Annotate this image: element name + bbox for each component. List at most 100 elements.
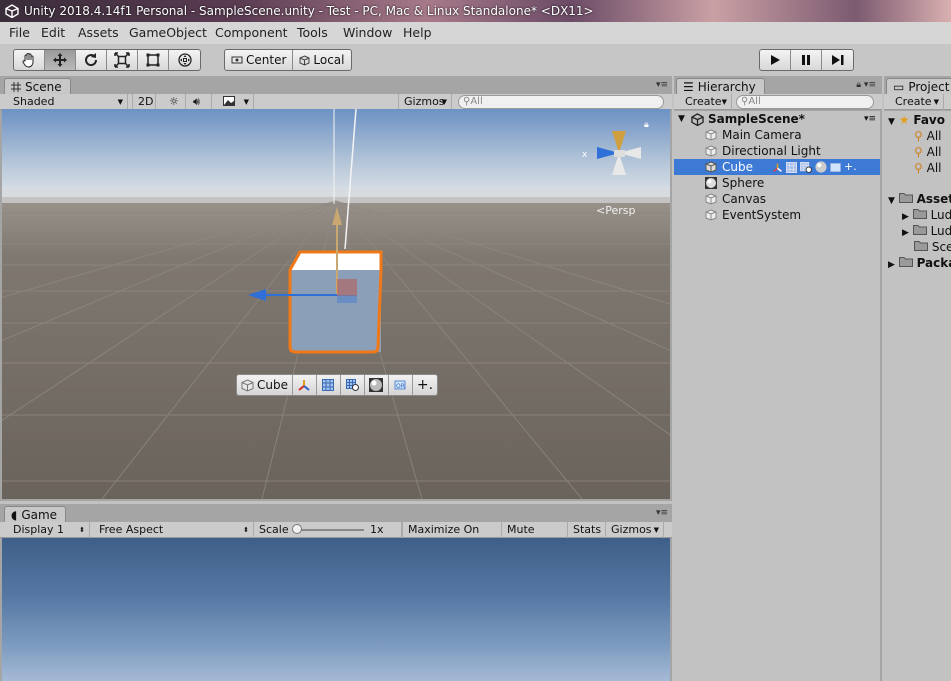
- favorite-item[interactable]: ⚲ All: [914, 144, 942, 160]
- hierarchy-item-cube[interactable]: Cube +.: [674, 159, 880, 175]
- hierarchy-item-sphere[interactable]: Sphere: [674, 175, 880, 191]
- favorites-row[interactable]: ▼ ★ Favo: [888, 112, 945, 128]
- overlay-material-button[interactable]: [365, 375, 389, 395]
- expand-arrow-icon[interactable]: ▶: [902, 212, 909, 222]
- scene-tab-menu-icon[interactable]: ▾≡: [656, 80, 668, 90]
- aspect-dropdown[interactable]: Free Aspect ⬍: [94, 522, 254, 538]
- shading-mode-dropdown[interactable]: Shaded ▼: [8, 94, 128, 110]
- game-viewport[interactable]: [2, 538, 670, 681]
- packages-row[interactable]: ▶ Packa: [888, 255, 951, 271]
- project-create-dropdown[interactable]: Create ▼: [890, 94, 944, 110]
- hierarchy-search-input[interactable]: ⚲All: [736, 95, 874, 109]
- expand-arrow-icon[interactable]: ▼: [888, 196, 895, 206]
- hierarchy-item-eventsystem[interactable]: EventSystem: [674, 207, 880, 223]
- game-toolbar: Display 1 ⬍ Free Aspect ⬍ Scale 1x Maximiz…: [0, 522, 672, 552]
- menu-window[interactable]: Window: [343, 25, 392, 40]
- hierarchy-item-label: Directional Light: [722, 144, 821, 158]
- scene-grid-icon: [11, 82, 21, 92]
- combined-transform-icon: [177, 53, 192, 67]
- scene-render: y x 🔒︎ <Persp: [2, 109, 670, 499]
- scene-viewport[interactable]: y x 🔒︎ <Persp Cube OR: [2, 109, 670, 499]
- tab-hierarchy[interactable]: ☰ Hierarchy: [676, 78, 765, 95]
- pause-button[interactable]: [791, 50, 822, 70]
- stats-toggle[interactable]: Stats: [568, 522, 606, 538]
- tab-project[interactable]: ▭ Project: [886, 78, 951, 95]
- overlay-collider-button[interactable]: OR: [389, 375, 413, 395]
- cube-object[interactable]: [288, 250, 383, 354]
- menu-file[interactable]: File: [9, 25, 30, 40]
- assets-row[interactable]: ▼ Asset: [888, 191, 951, 207]
- unity-logo-icon: [5, 4, 19, 18]
- tab-game[interactable]: ◖ Game: [4, 506, 67, 523]
- game-tab-menu-icon[interactable]: ▾≡: [656, 508, 668, 518]
- game-gizmos-label: Gizmos: [611, 523, 652, 536]
- display-dropdown[interactable]: Display 1 ⬍: [8, 522, 90, 538]
- tab-scene[interactable]: Scene: [4, 78, 71, 95]
- hierarchy-item-directional-light[interactable]: Directional Light: [674, 143, 880, 159]
- gizmos-dropdown[interactable]: Gizmos ▼: [398, 94, 452, 110]
- expand-arrow-icon[interactable]: ▶: [888, 260, 895, 270]
- overlay-mesh-filter-button[interactable]: [317, 375, 341, 395]
- mesh-renderer-icon: [345, 379, 359, 391]
- pivot-local-button[interactable]: Local: [293, 50, 350, 70]
- play-button[interactable]: [760, 50, 791, 70]
- mesh-grid-icon: [786, 161, 797, 173]
- asset-folder-row[interactable]: ▶ Lud: [902, 223, 951, 239]
- scene-root-row[interactable]: ▼ SampleScene* ▾≡: [674, 111, 880, 127]
- scene-menu-icon[interactable]: ▾≡: [864, 111, 876, 127]
- hierarchy-item-label: Sphere: [722, 176, 765, 190]
- menu-help[interactable]: Help: [403, 25, 432, 40]
- search-icon: ⚲: [914, 161, 923, 175]
- hierarchy-panel: ☰ Hierarchy 🔒︎ ▾≡ Create ▼ ⚲All ▼ SampleS…: [674, 76, 882, 681]
- maximize-on-play-toggle[interactable]: Maximize On Play: [402, 522, 502, 552]
- add-component-icon: +.: [844, 160, 857, 173]
- hierarchy-item-main-camera[interactable]: Main Camera: [674, 127, 880, 143]
- menu-assets[interactable]: Assets: [78, 25, 119, 40]
- menu-tools[interactable]: Tools: [297, 25, 328, 40]
- hierarchy-item-canvas[interactable]: Canvas: [674, 191, 880, 207]
- mute-audio-toggle[interactable]: Mute Audio: [502, 522, 568, 552]
- audio-toggle[interactable]: 🔊︎: [188, 94, 212, 110]
- expand-arrow-icon[interactable]: ▶: [902, 228, 909, 238]
- overlay-transform-button[interactable]: [293, 375, 317, 395]
- pivot-local-label: Local: [313, 53, 345, 67]
- mesh-renderer-icon: [800, 161, 812, 173]
- rotate-icon: [85, 53, 98, 67]
- overlay-object-label: Cube: [257, 378, 288, 392]
- project-create-label: Create: [895, 95, 932, 108]
- pivot-center-button[interactable]: Center: [225, 50, 294, 70]
- expand-arrow-icon[interactable]: ▼: [678, 111, 685, 127]
- lighting-toggle[interactable]: ☼: [164, 94, 186, 110]
- dropdown-arrow-icon: ▼: [933, 98, 939, 106]
- move-tool-button[interactable]: [45, 50, 76, 70]
- rotate-tool-button[interactable]: [76, 50, 107, 70]
- step-button[interactable]: [822, 50, 853, 70]
- menu-component[interactable]: Component: [215, 25, 288, 40]
- scale-thumb[interactable]: [292, 524, 302, 534]
- hierarchy-create-dropdown[interactable]: Create ▼: [680, 94, 732, 110]
- game-gizmos-dropdown[interactable]: Gizmos ▼: [606, 522, 664, 538]
- gizmo-lock-icon[interactable]: 🔒︎: [644, 120, 649, 130]
- projection-label[interactable]: <Persp: [596, 204, 635, 217]
- hierarchy-lock-menu-icon[interactable]: 🔒︎ ▾≡: [856, 80, 876, 90]
- hand-tool-button[interactable]: [14, 50, 45, 70]
- scale-slider[interactable]: Scale 1x: [254, 522, 402, 538]
- rect-tool-button[interactable]: [138, 50, 169, 70]
- scale-tool-button[interactable]: [107, 50, 138, 70]
- overlay-add-component-button[interactable]: +.: [413, 375, 437, 395]
- asset-folder-row[interactable]: ▶ Lud: [902, 207, 951, 223]
- overlay-mesh-renderer-button[interactable]: [341, 375, 365, 395]
- expand-arrow-icon[interactable]: ▼: [888, 117, 895, 127]
- toggle-2d-button[interactable]: 2D: [132, 94, 156, 110]
- scene-search-input[interactable]: ⚲All: [458, 95, 664, 109]
- menu-edit[interactable]: Edit: [41, 25, 65, 40]
- effects-dropdown[interactable]: ▼: [218, 94, 254, 110]
- project-tab-label: Project: [908, 79, 950, 94]
- transform-tool-button[interactable]: [169, 50, 200, 70]
- display-value: Display 1: [13, 523, 65, 536]
- overlay-object-button[interactable]: Cube: [237, 375, 293, 395]
- favorite-item[interactable]: ⚲ All: [914, 128, 942, 144]
- asset-folder-row[interactable]: Sce: [914, 239, 951, 255]
- menu-gameobject[interactable]: GameObject: [129, 25, 207, 40]
- favorite-item[interactable]: ⚲ All: [914, 160, 942, 176]
